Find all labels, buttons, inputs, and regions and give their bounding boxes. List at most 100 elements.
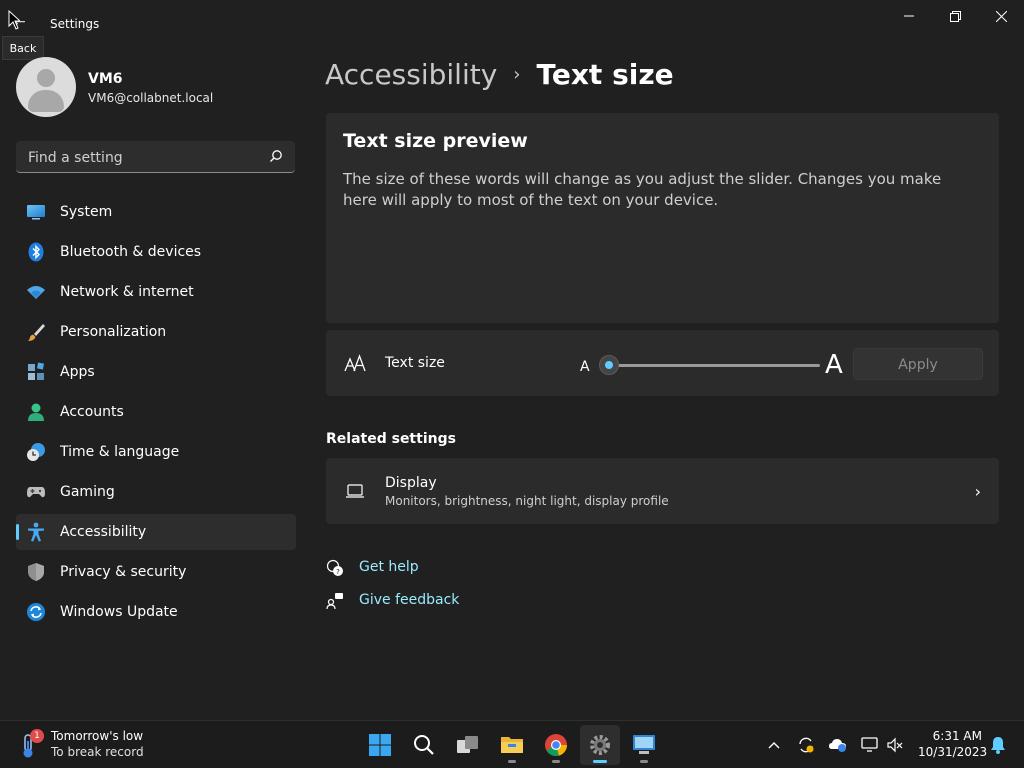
shield-icon (28, 563, 44, 581)
page-title: Text size (536, 58, 674, 91)
active-indicator (593, 760, 607, 763)
preview-text: The size of these words will change as y… (343, 170, 942, 209)
settings-taskbar-button[interactable] (580, 725, 620, 765)
sidebar-item-label: Gaming (60, 484, 115, 500)
chrome-button[interactable] (536, 725, 576, 765)
close-icon (995, 10, 1007, 22)
sidebar-item-privacy[interactable]: Privacy & security (16, 554, 296, 590)
weather-badge: 1 (30, 729, 44, 743)
sidebar-item-label: Accessibility (60, 524, 147, 540)
app-title: Settings (50, 17, 100, 31)
sidebar-item-network[interactable]: Network & internet (16, 274, 296, 310)
apply-button[interactable]: Apply (853, 348, 983, 380)
clock-date: 10/31/2023 (918, 745, 988, 759)
chrome-icon (545, 734, 567, 757)
cloud-icon (829, 739, 846, 752)
accessibility-icon (28, 522, 44, 542)
sidebar-item-label: Time & language (60, 444, 180, 460)
chevron-right-icon: › (974, 482, 981, 501)
slider-thumb[interactable] (599, 355, 619, 375)
laptop-icon (346, 484, 364, 498)
text-size-preview-card: Text size preview The size of these word… (326, 113, 999, 323)
running-indicator (552, 760, 560, 763)
sidebar-item-label: System (60, 204, 113, 220)
apps-icon (28, 362, 44, 380)
accounts-icon (28, 403, 44, 421)
clock-time: 6:31 AM (932, 729, 982, 743)
sidebar-item-bluetooth[interactable]: Bluetooth & devices (16, 234, 296, 270)
system-icon (27, 205, 45, 220)
sidebar-item-label: Network & internet (60, 284, 194, 300)
sidebar-item-accessibility[interactable]: Accessibility (16, 514, 296, 550)
search-icon (270, 150, 282, 162)
wifi-icon (27, 286, 45, 299)
sidebar-item-gaming[interactable]: Gaming (16, 474, 296, 510)
task-view-button[interactable] (448, 725, 488, 765)
network-tray-button[interactable] (858, 733, 882, 757)
sidebar-item-label: Windows Update (60, 604, 178, 620)
windows-update-icon (27, 603, 45, 621)
brush-icon (28, 324, 45, 341)
display-link-card[interactable]: Display Monitors, brightness, night ligh… (326, 458, 999, 524)
bluetooth-icon (28, 242, 44, 262)
start-button[interactable] (360, 725, 400, 765)
get-help-link[interactable]: Get help (359, 559, 419, 575)
feedback-icon (326, 593, 343, 610)
gamepad-icon (27, 487, 45, 498)
close-button[interactable] (978, 0, 1024, 32)
small-a-glyph: A (580, 359, 590, 375)
breadcrumb-parent[interactable]: Accessibility (325, 58, 497, 91)
sidebar-item-accounts[interactable]: Accounts (16, 394, 296, 430)
sync-icon (799, 737, 814, 753)
sidebar-item-label: Privacy & security (60, 564, 187, 580)
onedrive-tray-button[interactable] (826, 733, 850, 757)
search-icon (414, 735, 434, 755)
windows-logo-icon (369, 734, 391, 756)
sidebar-item-system[interactable]: System (16, 194, 296, 230)
show-hidden-icons-button[interactable] (762, 733, 786, 757)
weather-line2: To break record (51, 745, 144, 759)
taskbar-clock[interactable]: 6:31 AM 10/31/2023 (918, 728, 988, 760)
back-tooltip: Back (2, 36, 44, 60)
taskbar-search-button[interactable] (404, 725, 444, 765)
volume-muted-icon (887, 737, 903, 753)
remote-desktop-button[interactable] (624, 725, 664, 765)
restore-icon (949, 10, 961, 22)
sidebar-nav: System Bluetooth & devices Network & int… (16, 194, 296, 634)
related-settings-heading: Related settings (326, 431, 456, 447)
sidebar-item-windows-update[interactable]: Windows Update (16, 594, 296, 630)
title-bar: ← Settings Back (0, 0, 1024, 60)
search-input[interactable] (26, 147, 260, 169)
gear-icon (590, 735, 610, 755)
sidebar-item-personalization[interactable]: Personalization (16, 314, 296, 350)
volume-tray-button[interactable] (884, 733, 908, 757)
taskbar: 1 Tomorrow's low To break record 6:31 AM… (0, 720, 1024, 768)
running-indicator (640, 760, 648, 763)
give-feedback-link[interactable]: Give feedback (359, 592, 459, 608)
chevron-up-icon (768, 742, 780, 749)
user-email: VM6@collabnet.local (88, 91, 214, 105)
remote-desktop-icon (633, 735, 655, 754)
avatar[interactable] (16, 57, 76, 117)
help-icon: ? (326, 559, 343, 576)
preview-title: Text size preview (343, 130, 528, 152)
notifications-button[interactable] (986, 733, 1010, 757)
task-view-icon (457, 736, 478, 753)
file-explorer-button[interactable] (492, 725, 532, 765)
minimize-button[interactable] (886, 0, 932, 32)
sync-tray-button[interactable] (794, 733, 818, 757)
display-title: Display (385, 475, 437, 491)
search-box[interactable] (16, 141, 295, 173)
sidebar-item-time-language[interactable]: Time & language (16, 434, 296, 470)
sidebar-item-label: Bluetooth & devices (60, 244, 202, 260)
text-size-slider[interactable] (599, 355, 820, 375)
restore-button[interactable] (932, 0, 978, 32)
slider-track[interactable] (605, 364, 820, 367)
text-size-label: Text size (385, 355, 445, 371)
breadcrumb-separator: › (513, 64, 521, 85)
minimize-icon (904, 15, 914, 17)
sidebar-item-label: Personalization (60, 324, 167, 340)
weather-widget[interactable]: 1 Tomorrow's low To break record (18, 729, 148, 761)
svg-text:?: ? (336, 568, 340, 576)
sidebar-item-apps[interactable]: Apps (16, 354, 296, 390)
